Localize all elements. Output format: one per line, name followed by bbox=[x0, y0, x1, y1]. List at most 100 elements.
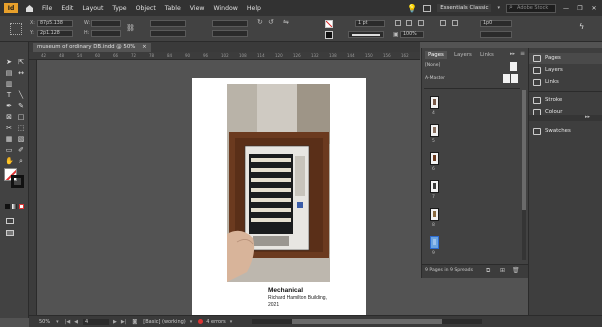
caption-title[interactable]: Mechanical bbox=[268, 287, 303, 294]
normal-view-icon[interactable] bbox=[6, 218, 14, 224]
fit-content-icon[interactable] bbox=[406, 20, 412, 26]
rotate-clockwise-icon[interactable]: ↻ bbox=[257, 18, 263, 26]
gradient-feather-tool-icon[interactable]: ▧ bbox=[17, 135, 25, 143]
menu-help[interactable]: Help bbox=[247, 5, 261, 12]
caption-year[interactable]: 2021 bbox=[268, 302, 279, 308]
screen-mode-icon[interactable] bbox=[6, 230, 14, 236]
stock-search-input[interactable]: Adobe Stock bbox=[506, 3, 556, 13]
frame-fitting-icon[interactable] bbox=[395, 20, 401, 26]
gutter-field[interactable]: 1p0 bbox=[480, 20, 512, 27]
apply-gradient-icon[interactable] bbox=[12, 204, 17, 209]
zoom-level[interactable]: 50% bbox=[39, 319, 50, 325]
vertical-ruler[interactable] bbox=[29, 60, 37, 315]
next-page-icon[interactable]: ▶ bbox=[113, 319, 117, 325]
page-thumbnail-selected[interactable] bbox=[430, 236, 439, 249]
rotation-field[interactable] bbox=[212, 20, 248, 27]
collapse-dock-icon[interactable]: ▸▸ bbox=[585, 114, 590, 120]
align-left-icon[interactable] bbox=[440, 20, 446, 26]
menu-file[interactable]: File bbox=[42, 5, 52, 12]
close-tab-icon[interactable]: × bbox=[142, 44, 147, 50]
menu-edit[interactable]: Edit bbox=[61, 5, 73, 12]
y-position-field[interactable]: 2p1.128 bbox=[37, 30, 73, 37]
dock-item-layers[interactable]: Layers bbox=[529, 65, 602, 76]
x-position-field[interactable]: 87p5.138 bbox=[37, 20, 73, 27]
rectangle-frame-tool-icon[interactable]: ⊠ bbox=[5, 113, 13, 121]
width-field[interactable] bbox=[91, 20, 121, 27]
page-tool-icon[interactable]: ▤ bbox=[5, 69, 13, 77]
panel-menu-icon[interactable]: ≡ bbox=[520, 50, 525, 57]
gradient-tool-icon[interactable]: ▦ bbox=[5, 135, 13, 143]
stroke-weight-field[interactable]: 1 pt bbox=[355, 20, 385, 27]
menu-view[interactable]: View bbox=[190, 5, 205, 12]
opacity-field[interactable]: 100% bbox=[400, 31, 424, 38]
delete-page-icon[interactable]: 🗑 bbox=[512, 267, 520, 274]
workspace-switcher[interactable]: Essentials Classic bbox=[437, 4, 492, 12]
dock-item-colour[interactable]: Colour bbox=[529, 107, 602, 115]
preflight-errors[interactable]: 4 errors bbox=[206, 319, 225, 325]
rotate-counterclockwise-icon[interactable]: ↺ bbox=[268, 18, 274, 26]
constrain-proportions-icon[interactable]: ⛓ bbox=[126, 24, 135, 32]
first-page-icon[interactable]: |◀ bbox=[65, 319, 71, 325]
eyedropper-tool-icon[interactable]: ✐ bbox=[17, 146, 25, 154]
stroke-swatch[interactable] bbox=[325, 20, 333, 28]
pages-panel-scrollbar[interactable] bbox=[522, 90, 526, 260]
scale-x-field[interactable] bbox=[150, 20, 186, 27]
horizontal-scrollbar[interactable] bbox=[252, 319, 483, 324]
scissors-tool-icon[interactable]: ✂ bbox=[5, 124, 13, 132]
chevron-down-icon[interactable]: ▾ bbox=[497, 5, 500, 11]
a-master-row[interactable]: A-Master bbox=[422, 73, 522, 85]
menu-object[interactable]: Object bbox=[136, 5, 156, 12]
note-tool-icon[interactable]: ▭ bbox=[5, 146, 13, 154]
type-tool-icon[interactable]: T bbox=[5, 91, 13, 99]
dock-item-pages[interactable]: Pages bbox=[529, 53, 602, 64]
tab-pages[interactable]: Pages bbox=[425, 51, 447, 59]
align-center-icon[interactable] bbox=[452, 20, 458, 26]
close-window-button[interactable]: ✕ bbox=[590, 5, 598, 12]
tab-layers[interactable]: Layers bbox=[451, 51, 475, 59]
apply-color-icon[interactable] bbox=[5, 204, 10, 209]
chevron-down-icon[interactable]: ▾ bbox=[190, 319, 193, 325]
last-page-icon[interactable]: ▶| bbox=[121, 319, 127, 325]
preflight-profile[interactable]: [Basic] (working) bbox=[143, 319, 185, 325]
arrange-documents-icon[interactable] bbox=[423, 4, 432, 12]
menu-table[interactable]: Table bbox=[165, 5, 181, 12]
page-thumbnail[interactable] bbox=[430, 96, 439, 109]
menu-type[interactable]: Type bbox=[112, 5, 126, 12]
restore-button[interactable]: ❐ bbox=[576, 5, 584, 12]
pen-tool-icon[interactable]: ✒ bbox=[5, 102, 13, 110]
content-collector-icon[interactable]: ▥ bbox=[5, 80, 13, 88]
home-icon[interactable] bbox=[24, 3, 34, 13]
column-field[interactable] bbox=[480, 31, 512, 38]
flip-horizontal-icon[interactable]: ⇋ bbox=[283, 18, 289, 26]
lightbulb-icon[interactable]: 💡 bbox=[407, 4, 417, 13]
quick-apply-icon[interactable]: ϟ bbox=[579, 22, 584, 31]
chevron-down-icon[interactable]: ▾ bbox=[230, 319, 233, 325]
pasteboard[interactable]: Mechanical Richard Hamilton Building, 20… bbox=[37, 60, 420, 315]
page-number-field[interactable]: 4 bbox=[83, 318, 110, 325]
apply-none-icon[interactable] bbox=[19, 204, 24, 209]
collapse-panel-icon[interactable]: ▸▸ bbox=[510, 51, 515, 57]
selection-tool-icon[interactable]: ➤ bbox=[5, 58, 13, 66]
minimize-button[interactable]: — bbox=[562, 5, 570, 12]
tab-links[interactable]: Links bbox=[477, 51, 497, 59]
dock-item-stroke[interactable]: Stroke bbox=[529, 95, 602, 106]
zoom-tool-icon[interactable]: ⌕ bbox=[17, 157, 25, 165]
dock-item-links[interactable]: Links bbox=[529, 77, 602, 88]
edit-page-size-icon[interactable]: ⧉ bbox=[486, 267, 490, 275]
free-transform-tool-icon[interactable]: ⬚ bbox=[17, 124, 25, 132]
hand-tool-icon[interactable]: ✋ bbox=[5, 157, 14, 165]
document-tab[interactable]: museum of ordinary DB.indd @ 50% × bbox=[33, 43, 151, 52]
pencil-tool-icon[interactable]: ✎ bbox=[17, 102, 25, 110]
caption-location[interactable]: Richard Hamilton Building, bbox=[268, 295, 327, 301]
none-master-row[interactable]: [None] bbox=[422, 61, 522, 71]
scale-y-field[interactable] bbox=[150, 30, 186, 37]
page-thumbnail[interactable] bbox=[430, 180, 439, 193]
reference-point-icon[interactable] bbox=[10, 23, 22, 35]
stroke-type-select[interactable] bbox=[348, 31, 384, 38]
page-thumbnail[interactable] bbox=[430, 152, 439, 165]
chevron-down-icon[interactable]: ▾ bbox=[56, 319, 59, 325]
page-thumbnail[interactable] bbox=[430, 208, 439, 221]
fill-swatch[interactable] bbox=[325, 31, 333, 39]
document-page[interactable]: Mechanical Richard Hamilton Building, 20… bbox=[192, 78, 366, 315]
height-field[interactable] bbox=[91, 30, 121, 37]
